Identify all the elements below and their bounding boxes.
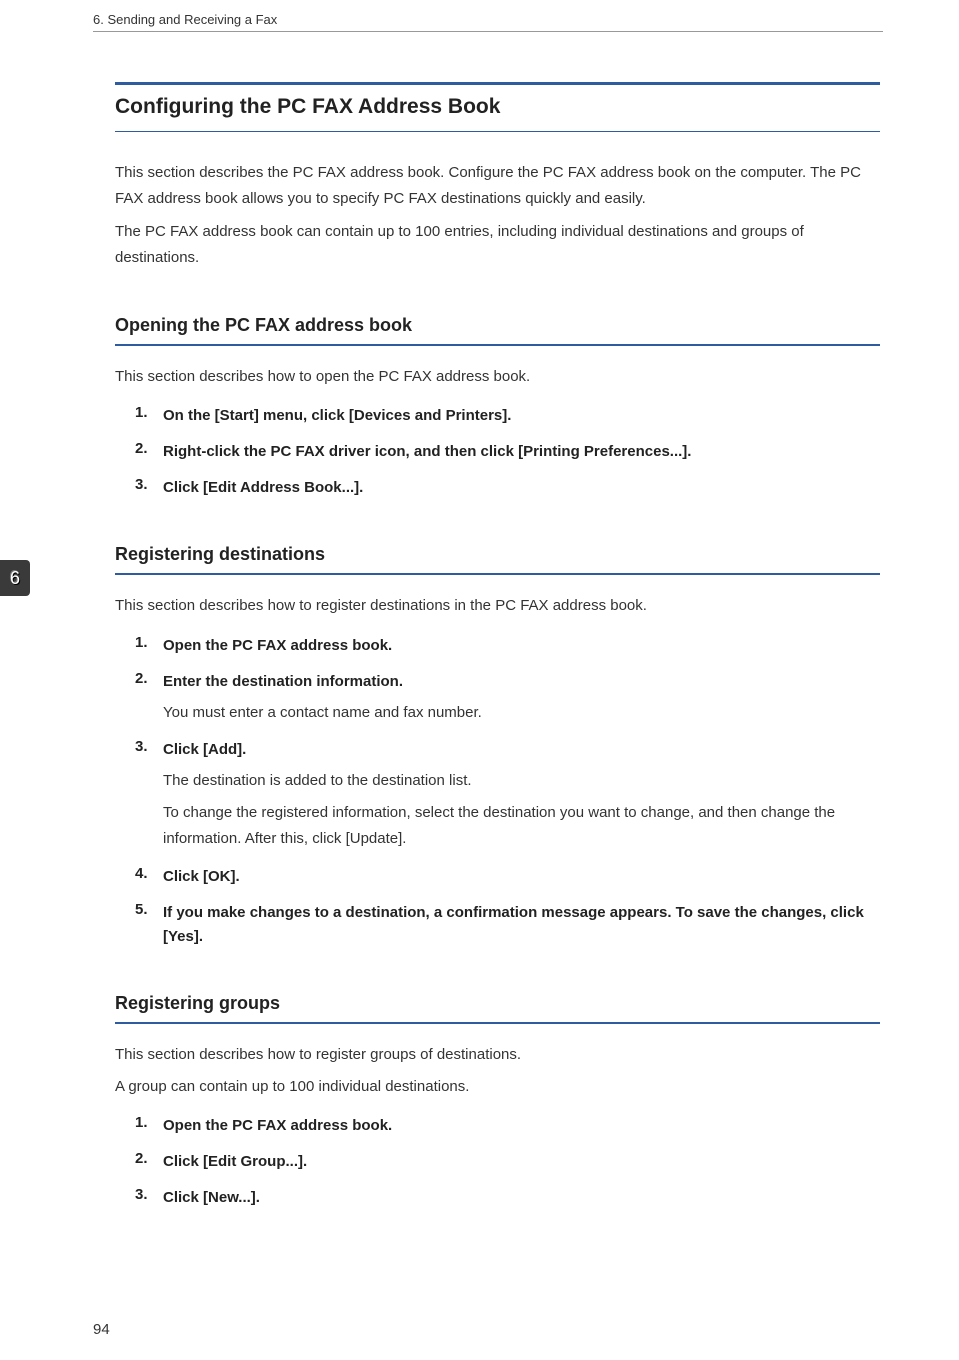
step-label: Right-click the PC FAX driver icon, and … bbox=[163, 440, 880, 464]
step-desc: You must enter a contact name and fax nu… bbox=[163, 700, 880, 726]
step-number: 1. bbox=[135, 634, 163, 658]
step-item: 1. Open the PC FAX address book. bbox=[135, 1114, 880, 1138]
step-number: 3. bbox=[135, 476, 163, 500]
chapter-tab-number: 6 bbox=[10, 568, 20, 589]
step-number: 4. bbox=[135, 865, 163, 889]
step-number: 2. bbox=[135, 1150, 163, 1174]
step-item: 2. Enter the destination information. Yo… bbox=[135, 670, 880, 726]
step-content: Click [Edit Group...]. bbox=[163, 1150, 880, 1174]
step-label: On the [Start] menu, click [Devices and … bbox=[163, 404, 880, 428]
chapter-tab: 6 bbox=[0, 560, 30, 596]
step-label: Click [Edit Group...]. bbox=[163, 1150, 880, 1174]
step-content: Click [Add]. The destination is added to… bbox=[163, 738, 880, 853]
step-number: 3. bbox=[135, 1186, 163, 1210]
step-label: Open the PC FAX address book. bbox=[163, 634, 880, 658]
step-number: 1. bbox=[135, 404, 163, 428]
subsection-intro: This section describes how to register g… bbox=[115, 1042, 880, 1068]
chapter-label: 6. Sending and Receiving a Fax bbox=[93, 12, 277, 27]
page-content: Configuring the PC FAX Address Book This… bbox=[0, 32, 920, 1210]
step-content: Click [OK]. bbox=[163, 865, 880, 889]
subsection-title: Registering destinations bbox=[115, 544, 880, 575]
step-desc: The destination is added to the destinat… bbox=[163, 768, 880, 794]
step-item: 2. Click [Edit Group...]. bbox=[135, 1150, 880, 1174]
subsection-intro-2: A group can contain up to 100 individual… bbox=[115, 1074, 880, 1100]
intro-paragraph-2: The PC FAX address book can contain up t… bbox=[115, 219, 880, 272]
step-content: Open the PC FAX address book. bbox=[163, 1114, 880, 1138]
step-number: 5. bbox=[135, 901, 163, 949]
step-content: On the [Start] menu, click [Devices and … bbox=[163, 404, 880, 428]
subsection-intro: This section describes how to register d… bbox=[115, 593, 880, 619]
step-number: 2. bbox=[135, 670, 163, 726]
step-content: Click [Edit Address Book...]. bbox=[163, 476, 880, 500]
step-content: Open the PC FAX address book. bbox=[163, 634, 880, 658]
step-desc: To change the registered information, se… bbox=[163, 800, 880, 853]
step-item: 1. On the [Start] menu, click [Devices a… bbox=[135, 404, 880, 428]
step-list: 1. On the [Start] menu, click [Devices a… bbox=[115, 404, 880, 500]
step-number: 3. bbox=[135, 738, 163, 853]
step-content: If you make changes to a destination, a … bbox=[163, 901, 880, 949]
step-content: Enter the destination information. You m… bbox=[163, 670, 880, 726]
subsection-intro: This section describes how to open the P… bbox=[115, 364, 880, 390]
step-item: 2. Right-click the PC FAX driver icon, a… bbox=[135, 440, 880, 464]
step-label: Click [Edit Address Book...]. bbox=[163, 476, 880, 500]
subsection-groups: Registering groups This section describe… bbox=[115, 993, 880, 1211]
step-number: 2. bbox=[135, 440, 163, 464]
step-item: 5. If you make changes to a destination,… bbox=[135, 901, 880, 949]
subsection-title: Registering groups bbox=[115, 993, 880, 1024]
step-list: 1. Open the PC FAX address book. 2. Ente… bbox=[115, 634, 880, 949]
step-list: 1. Open the PC FAX address book. 2. Clic… bbox=[115, 1114, 880, 1210]
step-item: 3. Click [New...]. bbox=[135, 1186, 880, 1210]
step-label: Open the PC FAX address book. bbox=[163, 1114, 880, 1138]
step-label: If you make changes to a destination, a … bbox=[163, 901, 880, 949]
step-item: 4. Click [OK]. bbox=[135, 865, 880, 889]
main-title-bar: Configuring the PC FAX Address Book bbox=[115, 82, 880, 132]
step-item: 3. Click [Edit Address Book...]. bbox=[135, 476, 880, 500]
step-content: Right-click the PC FAX driver icon, and … bbox=[163, 440, 880, 464]
subsection-title: Opening the PC FAX address book bbox=[115, 315, 880, 346]
step-label: Click [New...]. bbox=[163, 1186, 880, 1210]
subsection-opening: Opening the PC FAX address book This sec… bbox=[115, 315, 880, 500]
step-item: 3. Click [Add]. The destination is added… bbox=[135, 738, 880, 853]
main-title: Configuring the PC FAX Address Book bbox=[115, 95, 880, 119]
page-number: 94 bbox=[93, 1321, 110, 1338]
step-number: 1. bbox=[135, 1114, 163, 1138]
step-label: Enter the destination information. bbox=[163, 670, 880, 694]
subsection-destinations: Registering destinations This section de… bbox=[115, 544, 880, 948]
step-label: Click [Add]. bbox=[163, 738, 880, 762]
step-content: Click [New...]. bbox=[163, 1186, 880, 1210]
step-label: Click [OK]. bbox=[163, 865, 880, 889]
page-header: 6. Sending and Receiving a Fax bbox=[0, 0, 959, 27]
step-item: 1. Open the PC FAX address book. bbox=[135, 634, 880, 658]
intro-paragraph-1: This section describes the PC FAX addres… bbox=[115, 160, 880, 213]
